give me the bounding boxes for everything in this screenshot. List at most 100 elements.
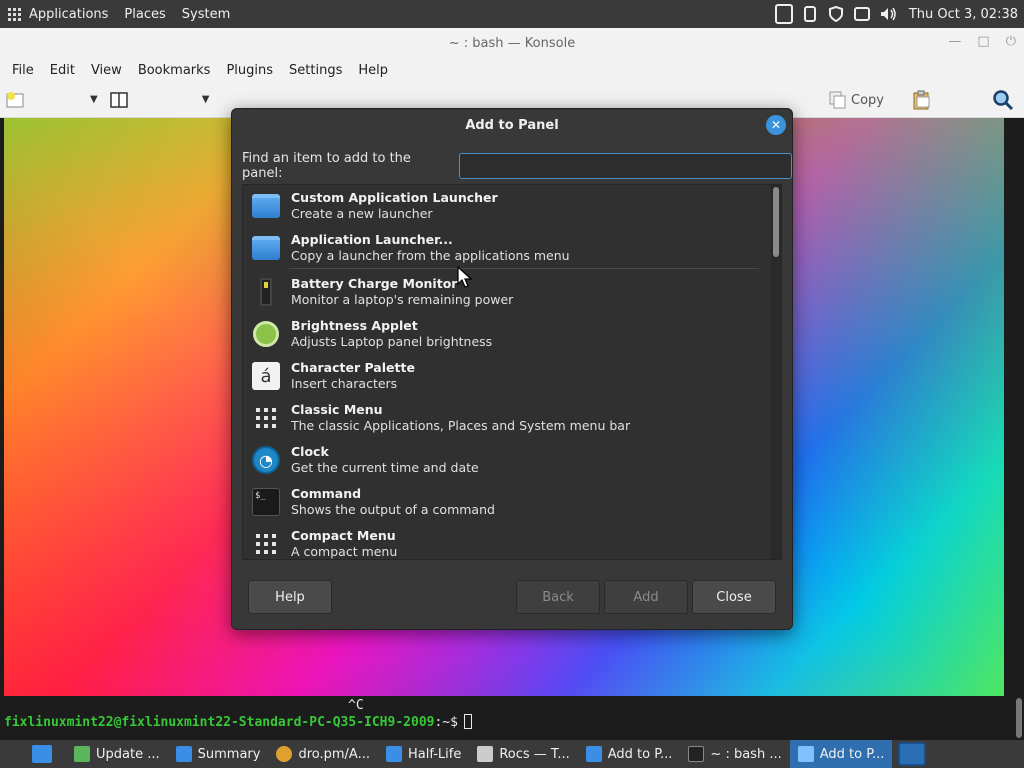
list-item-app-launcher[interactable]: Application Launcher... Copy a launcher f… [243, 227, 769, 269]
terminal-icon: $_ [252, 488, 280, 516]
grid-menu-icon [256, 408, 276, 428]
task-label: ~ : bash ... [710, 746, 782, 762]
window-list-icon[interactable] [853, 5, 871, 23]
terminal-prompt: fixlinuxmint22@fixlinuxmint22-Standard-P… [4, 714, 472, 730]
paste-icon[interactable] [912, 90, 932, 110]
item-desc: Insert characters [291, 376, 398, 391]
files-icon [32, 745, 52, 763]
help-button[interactable]: Help [248, 580, 332, 614]
split-view-icon[interactable] [109, 91, 128, 109]
task-konsole[interactable]: ~ : bash ... [680, 740, 789, 768]
minimize-icon[interactable]: — [948, 34, 961, 49]
window-icon [477, 746, 494, 762]
list-item-command[interactable]: $_ Command Shows the output of a command [243, 481, 769, 523]
task-label: Add to P... [607, 746, 673, 762]
task-chrome[interactable]: dro.pm/A... [268, 740, 378, 768]
list-item-compact-menu[interactable]: Compact Menu A compact menu [243, 523, 769, 559]
list-item-battery[interactable]: Battery Charge Monitor Monitor a laptop's… [243, 271, 769, 313]
item-desc: Get the current time and date [291, 460, 479, 475]
brightness-icon [253, 321, 279, 347]
new-tab-icon[interactable] [6, 91, 24, 109]
task-add-to-panel-1[interactable]: Add to P... [578, 740, 681, 768]
clock-icon: ◔ [252, 446, 280, 474]
list-item-clock[interactable]: ◔ Clock Get the current time and date [243, 439, 769, 481]
top-panel: Applications Places System Thu Oct 3, 02… [0, 0, 1024, 28]
item-list[interactable]: Custom Application Launcher Create a new … [242, 184, 782, 560]
item-name: Battery Charge Monitor [291, 276, 458, 291]
workspace-switch-icon[interactable] [774, 4, 793, 24]
folder-icon [252, 194, 280, 218]
new-tab-chevron-icon[interactable]: ▼ [90, 94, 98, 105]
clipboard-icon[interactable] [801, 5, 819, 23]
task-summary[interactable]: Summary [168, 740, 269, 768]
dialog-close-icon[interactable]: ✕ [766, 115, 786, 135]
task-label: Update ... [96, 746, 160, 762]
task-label: dro.pm/A... [298, 746, 370, 762]
battery-icon [260, 278, 272, 306]
character-icon: á [252, 362, 280, 390]
list-scrollbar-track[interactable] [771, 185, 781, 559]
shield-icon[interactable] [827, 5, 845, 23]
menu-edit[interactable]: Edit [42, 63, 83, 78]
menu-view[interactable]: View [83, 63, 130, 78]
item-name: Custom Application Launcher [291, 190, 498, 205]
menu-bookmarks[interactable]: Bookmarks [130, 63, 219, 78]
close-button[interactable]: Close [692, 580, 776, 614]
item-name: Compact Menu [291, 528, 396, 543]
system-menu[interactable]: System [174, 0, 238, 28]
menu-help[interactable]: Help [350, 63, 396, 78]
task-rocs[interactable]: Rocs — T... [469, 740, 577, 768]
maximize-icon[interactable]: □ [977, 34, 989, 49]
list-item-classic-menu[interactable]: Classic Menu The classic Applications, Pl… [243, 397, 769, 439]
copy-button[interactable]: Copy [829, 91, 884, 109]
terminal-scrollbar[interactable] [1016, 698, 1022, 738]
item-name: Classic Menu [291, 402, 383, 417]
list-item-brightness[interactable]: Brightness Applet Adjusts Laptop panel br… [243, 313, 769, 355]
list-item-character-palette[interactable]: á Character Palette Insert characters [243, 355, 769, 397]
find-input[interactable] [458, 153, 792, 179]
show-desktop-button[interactable] [898, 742, 927, 766]
mouse-pointer-icon [457, 266, 473, 288]
task-add-to-panel-2[interactable]: Add to P... [789, 740, 893, 768]
list-item-custom-launcher[interactable]: Custom Application Launcher Create a new … [243, 185, 769, 227]
task-label: Rocs — T... [499, 746, 570, 762]
task-label: Add to P... [819, 746, 885, 762]
copy-label: Copy [851, 92, 884, 108]
panel-clock[interactable]: Thu Oct 3, 02:38 [909, 7, 1018, 22]
volume-icon[interactable] [879, 5, 897, 23]
menu-settings[interactable]: Settings [281, 63, 350, 78]
task-half-life[interactable]: Half-Life [378, 740, 469, 768]
list-scrollbar-thumb[interactable] [773, 187, 779, 257]
close-icon[interactable]: ⏻ [1006, 34, 1016, 49]
prompt-user-host: fixlinuxmint22@fixlinuxmint22-Standard-P… [4, 715, 435, 730]
item-desc: A compact menu [291, 544, 398, 559]
window-icon [797, 746, 814, 762]
applications-menu-label: Applications [29, 6, 109, 22]
chrome-icon [276, 746, 293, 762]
folder-icon [385, 746, 402, 762]
shield-icon [74, 746, 90, 762]
konsole-titlebar[interactable]: ~ : bash — Konsole — □ ⏻ [0, 28, 1024, 58]
taskbar: Update ... Summary dro.pm/A... Half-Life… [0, 740, 1024, 768]
menu-file[interactable]: File [4, 63, 42, 78]
back-button[interactable]: Back [516, 580, 600, 614]
item-desc: Create a new launcher [291, 206, 433, 221]
window-icon [585, 746, 602, 762]
applications-menu[interactable]: Applications [0, 0, 116, 28]
item-name: Application Launcher... [291, 232, 453, 247]
add-button[interactable]: Add [604, 580, 688, 614]
task-label: Half-Life [407, 746, 462, 762]
task-files[interactable] [0, 740, 66, 768]
terminal-ctrl-c: ^C [348, 698, 364, 713]
item-desc: Copy a launcher from the applications me… [291, 248, 570, 263]
konsole-menubar: File Edit View Bookmarks Plugins Setting… [0, 58, 1024, 82]
item-name: Brightness Applet [291, 318, 418, 333]
find-icon[interactable] [992, 89, 1014, 111]
menu-plugins[interactable]: Plugins [218, 63, 281, 78]
places-menu[interactable]: Places [116, 0, 173, 28]
split-view-chevron-icon[interactable]: ▼ [202, 94, 210, 105]
konsole-title: ~ : bash — Konsole [448, 35, 576, 51]
list-separator [289, 268, 759, 269]
dialog-titlebar[interactable]: Add to Panel ✕ [232, 109, 792, 141]
task-update-manager[interactable]: Update ... [66, 740, 168, 768]
